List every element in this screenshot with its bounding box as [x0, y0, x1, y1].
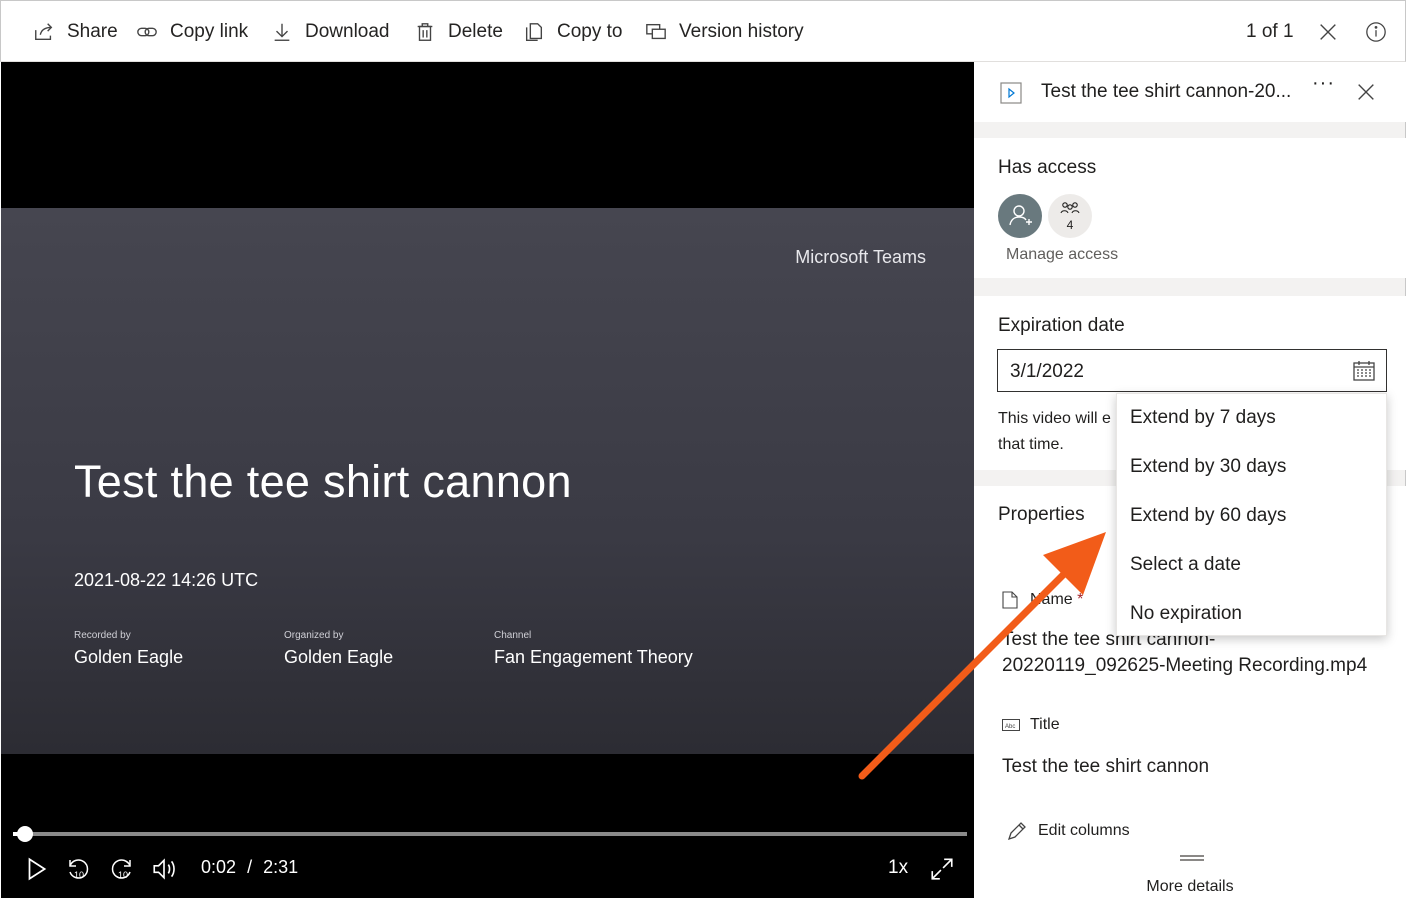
more-details-link[interactable]: More details: [974, 878, 1406, 896]
name-label: Name *: [1030, 591, 1083, 609]
version-history-button[interactable]: Version history: [645, 1, 804, 63]
play-icon: [28, 857, 47, 881]
copy-to-label: Copy to: [557, 21, 623, 42]
download-label: Download: [305, 21, 390, 42]
copy-link-label: Copy link: [170, 21, 249, 42]
fullscreen-icon: [931, 858, 953, 880]
recorded-by: Recorded by Golden Eagle: [74, 630, 183, 668]
share-button[interactable]: Share: [33, 1, 118, 63]
channel-value: Fan Engagement Theory: [494, 647, 693, 667]
edit-columns-label: Edit columns: [1038, 822, 1130, 839]
organized-by-label: Organized by: [284, 630, 344, 641]
expiration-date-value: 3/1/2022: [1010, 361, 1084, 382]
name-value-line-2: 20220119_092625-Meeting Recording.mp4: [1002, 655, 1368, 676]
calendar-icon[interactable]: [1352, 359, 1376, 383]
pencil-icon: [1007, 822, 1026, 841]
copy-link-button[interactable]: Copy link: [136, 1, 248, 63]
item-counter: 1 of 1: [1246, 21, 1294, 42]
properties-heading: Properties: [998, 504, 1085, 525]
skip-forward-button[interactable]: 10: [109, 854, 135, 884]
menu-item-select-date[interactable]: Select a date: [1130, 554, 1380, 576]
expiration-options-menu: Extend by 7 days Extend by 30 days Exten…: [1116, 393, 1387, 636]
fullscreen-button[interactable]: [929, 854, 955, 884]
add-person-icon: [1009, 205, 1032, 226]
member-count: 4: [1066, 218, 1074, 232]
title-value[interactable]: Test the tee shirt cannon: [1002, 754, 1209, 780]
more-options-button[interactable]: ···: [1312, 72, 1335, 95]
copy-icon: [525, 23, 543, 41]
delete-button[interactable]: Delete: [414, 1, 503, 63]
version-history-icon: [646, 23, 666, 40]
details-file-name: Test the tee shirt cannon-20...: [1041, 81, 1292, 102]
title-label: Title: [1030, 716, 1060, 733]
close-pane-icon[interactable]: [1355, 81, 1377, 103]
text-field-icon: Abc: [1002, 719, 1020, 731]
delete-label: Delete: [448, 21, 503, 42]
recorded-by-value: Golden Eagle: [74, 647, 184, 667]
edit-columns-button[interactable]: Edit columns: [1006, 820, 1130, 842]
drag-handle[interactable]: [1180, 855, 1204, 861]
recording-date: 2021-08-22 14:26 UTC: [74, 570, 259, 590]
download-icon: [274, 23, 290, 41]
menu-item-extend-60-days[interactable]: Extend by 60 days: [1130, 505, 1380, 527]
document-icon: [1002, 591, 1018, 609]
skip-forward-amount: 10: [118, 870, 128, 880]
required-marker: *: [1077, 591, 1084, 608]
video-player[interactable]: Microsoft Teams Test the tee shirt canno…: [1, 62, 974, 898]
group-members-avatar[interactable]: 4: [1048, 194, 1092, 238]
command-bar: Share Copy link Download Delete Copy to …: [0, 0, 1406, 62]
time-separator: /: [247, 857, 253, 877]
play-button[interactable]: [23, 854, 49, 884]
info-icon[interactable]: [1365, 21, 1387, 43]
recorded-by-label: Recorded by: [74, 630, 131, 641]
playback-speed-button[interactable]: 1x: [888, 857, 908, 879]
close-icon[interactable]: [1317, 21, 1339, 43]
details-header: Test the tee shirt cannon-20... ···: [974, 62, 1406, 122]
skip-back-button[interactable]: 10: [65, 854, 91, 884]
forward-10-icon: 10: [111, 859, 131, 880]
volume-button[interactable]: [151, 854, 177, 884]
video-frame: Microsoft Teams Test the tee shirt canno…: [1, 208, 974, 754]
organized-by: Organized by Golden Eagle: [284, 630, 393, 668]
menu-item-extend-7-days[interactable]: Extend by 7 days: [1130, 407, 1380, 429]
svg-text:Abc: Abc: [1005, 724, 1015, 730]
version-history-label: Version history: [679, 21, 804, 42]
menu-item-no-expiration[interactable]: No expiration: [1130, 603, 1380, 625]
video-title: Test the tee shirt cannon: [74, 456, 572, 507]
copy-to-button[interactable]: Copy to: [523, 1, 622, 63]
has-access-section: Has access 4 Manage access: [974, 138, 1406, 278]
rewind-10-icon: 10: [69, 859, 89, 880]
skip-back-amount: 10: [74, 870, 84, 880]
organized-by-value: Golden Eagle: [284, 647, 394, 667]
has-access-heading: Has access: [998, 157, 1097, 178]
link-icon: [137, 27, 157, 37]
duration: 2:31: [263, 857, 299, 877]
share-label: Share: [67, 21, 118, 42]
menu-item-extend-30-days[interactable]: Extend by 30 days: [1130, 456, 1380, 478]
seek-handle[interactable]: [17, 826, 34, 842]
volume-icon: [153, 858, 175, 880]
expiration-date-field[interactable]: 3/1/2022: [997, 349, 1387, 392]
add-person-avatar[interactable]: [998, 194, 1042, 238]
seek-bar[interactable]: [13, 826, 967, 842]
share-icon: [35, 23, 53, 41]
trash-icon: [417, 23, 433, 41]
download-button[interactable]: Download: [271, 1, 390, 63]
expiration-heading: Expiration date: [998, 315, 1125, 336]
brand-label: Microsoft Teams: [795, 247, 926, 267]
current-time: 0:02: [201, 857, 237, 877]
video-file-icon: [1000, 82, 1022, 104]
name-label-text: Name: [1030, 591, 1073, 608]
time-display: 0:02 / 2:31: [201, 857, 298, 878]
channel-label: Channel: [494, 630, 532, 641]
channel: Channel Fan Engagement Theory: [494, 630, 693, 668]
manage-access-link[interactable]: Manage access: [1006, 246, 1118, 264]
